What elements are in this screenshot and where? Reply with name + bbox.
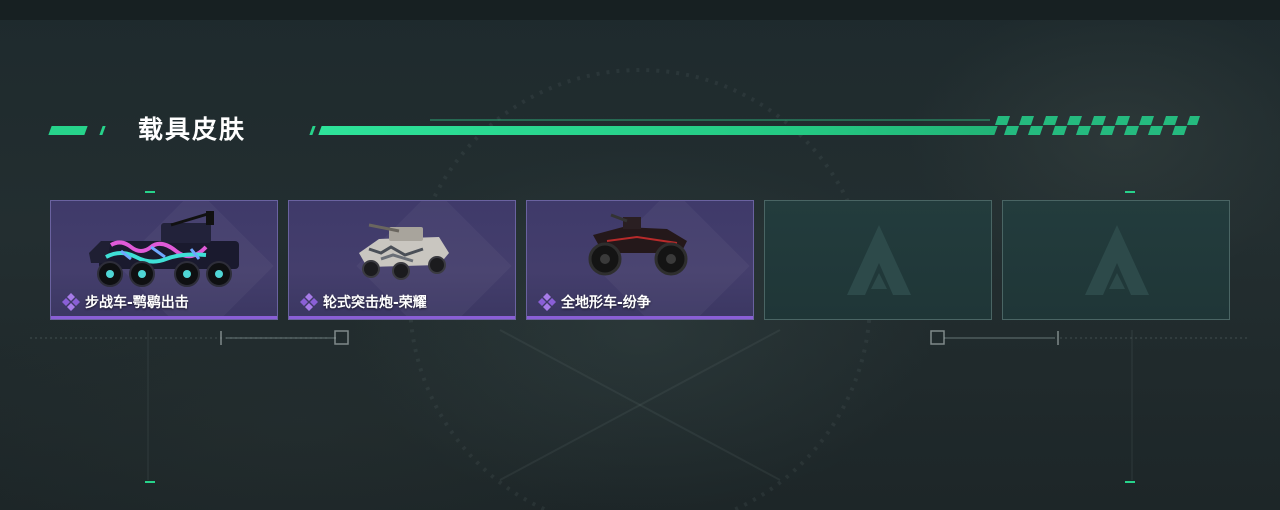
skin-card-atv[interactable]: 全地形车-纷争 [526, 200, 754, 320]
header-accent-pill [48, 126, 88, 135]
delta-logo-icon [1085, 225, 1149, 295]
skin-label: 步战车-鹗鹖出击 [61, 292, 189, 312]
header-thin-line [430, 119, 990, 121]
skin-label: 全地形车-纷争 [537, 292, 651, 312]
purple-diamond-icon [62, 293, 80, 311]
corner-mark [145, 481, 155, 483]
checker-pattern-icon [995, 116, 1200, 135]
purple-diamond-icon [300, 293, 318, 311]
corner-mark [1125, 191, 1135, 193]
header-progress-bar [318, 126, 998, 135]
corner-mark [1125, 481, 1135, 483]
skin-card-assault-gun[interactable]: 轮式突击炮-荣耀 [288, 200, 516, 320]
skin-name: 轮式突击炮-荣耀 [323, 295, 427, 311]
skin-label: 轮式突击炮-荣耀 [299, 292, 427, 312]
corner-mark [145, 191, 155, 193]
skin-name: 步战车-鹗鹖出击 [85, 295, 189, 311]
skin-card-ifv[interactable]: 步战车-鹗鹖出击 [50, 200, 278, 320]
purple-diamond-icon [538, 293, 556, 311]
empty-skin-slot[interactable] [764, 200, 992, 320]
empty-skin-slot[interactable] [1002, 200, 1230, 320]
skin-name: 全地形车-纷争 [561, 295, 651, 311]
section-title: 载具皮肤 [138, 115, 247, 144]
delta-logo-icon [847, 225, 911, 295]
